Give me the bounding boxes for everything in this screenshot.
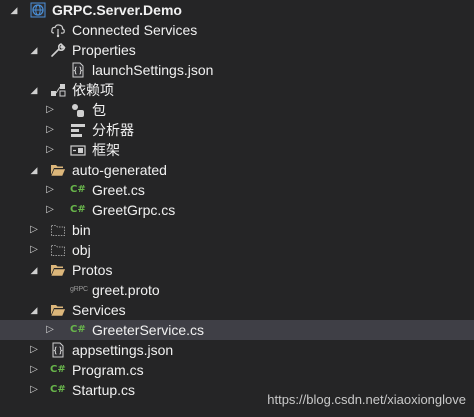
csharp-file-icon: C# bbox=[70, 184, 86, 195]
startup-label: Startup.cs bbox=[72, 382, 136, 398]
auto-generated-label: auto-generated bbox=[72, 162, 167, 178]
greet-grpc-cs-label: GreetGrpc.cs bbox=[92, 202, 176, 218]
solution-explorer-tree: ◢ GRPC.Server.Demo Connected Services ◢ bbox=[0, 0, 474, 417]
collapse-arrow-icon[interactable]: ◢ bbox=[28, 260, 40, 280]
csharp-file-icon: C# bbox=[50, 364, 66, 375]
program-label: Program.cs bbox=[72, 362, 144, 378]
expand-arrow-icon[interactable]: ▷ bbox=[28, 240, 40, 260]
analyzers-label: 分析器 bbox=[92, 122, 134, 138]
expand-arrow-icon[interactable]: ▷ bbox=[28, 340, 40, 360]
csharp-file-icon: C# bbox=[50, 384, 66, 395]
hidden-folder-icon bbox=[50, 242, 66, 258]
expand-arrow-icon[interactable]: ▷ bbox=[44, 140, 56, 160]
tree-row-greet-cs[interactable]: ▷ C# Greet.cs bbox=[0, 180, 474, 200]
json-file-icon bbox=[70, 62, 86, 78]
frameworks-label: 框架 bbox=[92, 142, 120, 158]
grpc-file-icon: gRPC bbox=[70, 286, 88, 293]
greet-proto-label: greet.proto bbox=[92, 282, 160, 298]
expand-arrow-icon[interactable]: ▷ bbox=[44, 120, 56, 140]
open-folder-icon bbox=[50, 162, 66, 178]
tree-row-bin[interactable]: ▷ bin bbox=[0, 220, 474, 240]
services-label: Services bbox=[72, 302, 126, 318]
appsettings-label: appsettings.json bbox=[72, 342, 174, 358]
connected-services-label: Connected Services bbox=[72, 22, 198, 38]
wrench-icon bbox=[50, 42, 66, 58]
tree-row-appsettings[interactable]: ▷ appsettings.json bbox=[0, 340, 474, 360]
expand-arrow-icon[interactable]: ▷ bbox=[44, 320, 56, 340]
tree-row-project[interactable]: ◢ GRPC.Server.Demo bbox=[0, 0, 474, 20]
expand-arrow-icon[interactable]: ▷ bbox=[44, 200, 56, 220]
collapse-arrow-icon[interactable]: ◢ bbox=[28, 160, 40, 180]
tree-row-frameworks[interactable]: ▷ 框架 bbox=[0, 140, 474, 160]
tree-row-auto-generated[interactable]: ◢ auto-generated bbox=[0, 160, 474, 180]
properties-label: Properties bbox=[72, 42, 136, 58]
dependencies-icon bbox=[50, 82, 66, 98]
protos-label: Protos bbox=[72, 262, 113, 278]
dependencies-label: 依赖项 bbox=[72, 82, 114, 98]
launch-settings-label: launchSettings.json bbox=[92, 62, 214, 78]
analyzer-icon bbox=[70, 122, 86, 138]
tree-row-services[interactable]: ◢ Services bbox=[0, 300, 474, 320]
tree-row-greeter-service[interactable]: ▷ C# GreeterService.cs bbox=[0, 320, 474, 340]
greet-cs-label: Greet.cs bbox=[92, 182, 145, 198]
bin-label: bin bbox=[72, 222, 91, 238]
tree-row-analyzers[interactable]: ▷ 分析器 bbox=[0, 120, 474, 140]
collapse-arrow-icon[interactable]: ◢ bbox=[28, 80, 40, 100]
json-file-icon bbox=[50, 342, 66, 358]
expand-arrow-icon[interactable]: ▷ bbox=[44, 180, 56, 200]
open-folder-icon bbox=[50, 262, 66, 278]
package-icon bbox=[70, 102, 86, 118]
obj-label: obj bbox=[72, 242, 91, 258]
web-project-icon bbox=[30, 2, 46, 18]
expand-arrow-icon[interactable]: ▷ bbox=[28, 360, 40, 380]
tree-row-launch-settings[interactable]: launchSettings.json bbox=[0, 60, 474, 80]
expand-arrow-icon[interactable]: ▷ bbox=[28, 220, 40, 240]
tree-row-obj[interactable]: ▷ obj bbox=[0, 240, 474, 260]
tree-row-program[interactable]: ▷ C# Program.cs bbox=[0, 360, 474, 380]
tree-row-packages[interactable]: ▷ 包 bbox=[0, 100, 474, 120]
expand-arrow-icon[interactable]: ▷ bbox=[28, 380, 40, 400]
packages-label: 包 bbox=[92, 102, 106, 118]
tree-row-properties[interactable]: ◢ Properties bbox=[0, 40, 474, 60]
tree-row-protos[interactable]: ◢ Protos bbox=[0, 260, 474, 280]
greeter-service-label: GreeterService.cs bbox=[92, 322, 205, 338]
collapse-arrow-icon[interactable]: ◢ bbox=[28, 40, 40, 60]
connected-services-icon bbox=[50, 22, 66, 38]
project-name: GRPC.Server.Demo bbox=[52, 2, 182, 18]
hidden-folder-icon bbox=[50, 222, 66, 238]
tree-row-greet-proto[interactable]: gRPC greet.proto bbox=[0, 280, 474, 300]
tree-row-dependencies[interactable]: ◢ 依赖项 bbox=[0, 80, 474, 100]
collapse-arrow-icon[interactable]: ◢ bbox=[28, 300, 40, 320]
watermark-text: https://blog.csdn.net/xiaoxionglove bbox=[267, 392, 466, 407]
framework-icon bbox=[70, 142, 86, 158]
open-folder-icon bbox=[50, 302, 66, 318]
expand-arrow-icon[interactable]: ▷ bbox=[44, 100, 56, 120]
tree-row-greet-grpc-cs[interactable]: ▷ C# GreetGrpc.cs bbox=[0, 200, 474, 220]
collapse-arrow-icon[interactable]: ◢ bbox=[8, 0, 20, 20]
csharp-file-icon: C# bbox=[70, 324, 86, 335]
csharp-file-icon: C# bbox=[70, 204, 86, 215]
tree-row-connected-services[interactable]: Connected Services bbox=[0, 20, 474, 40]
